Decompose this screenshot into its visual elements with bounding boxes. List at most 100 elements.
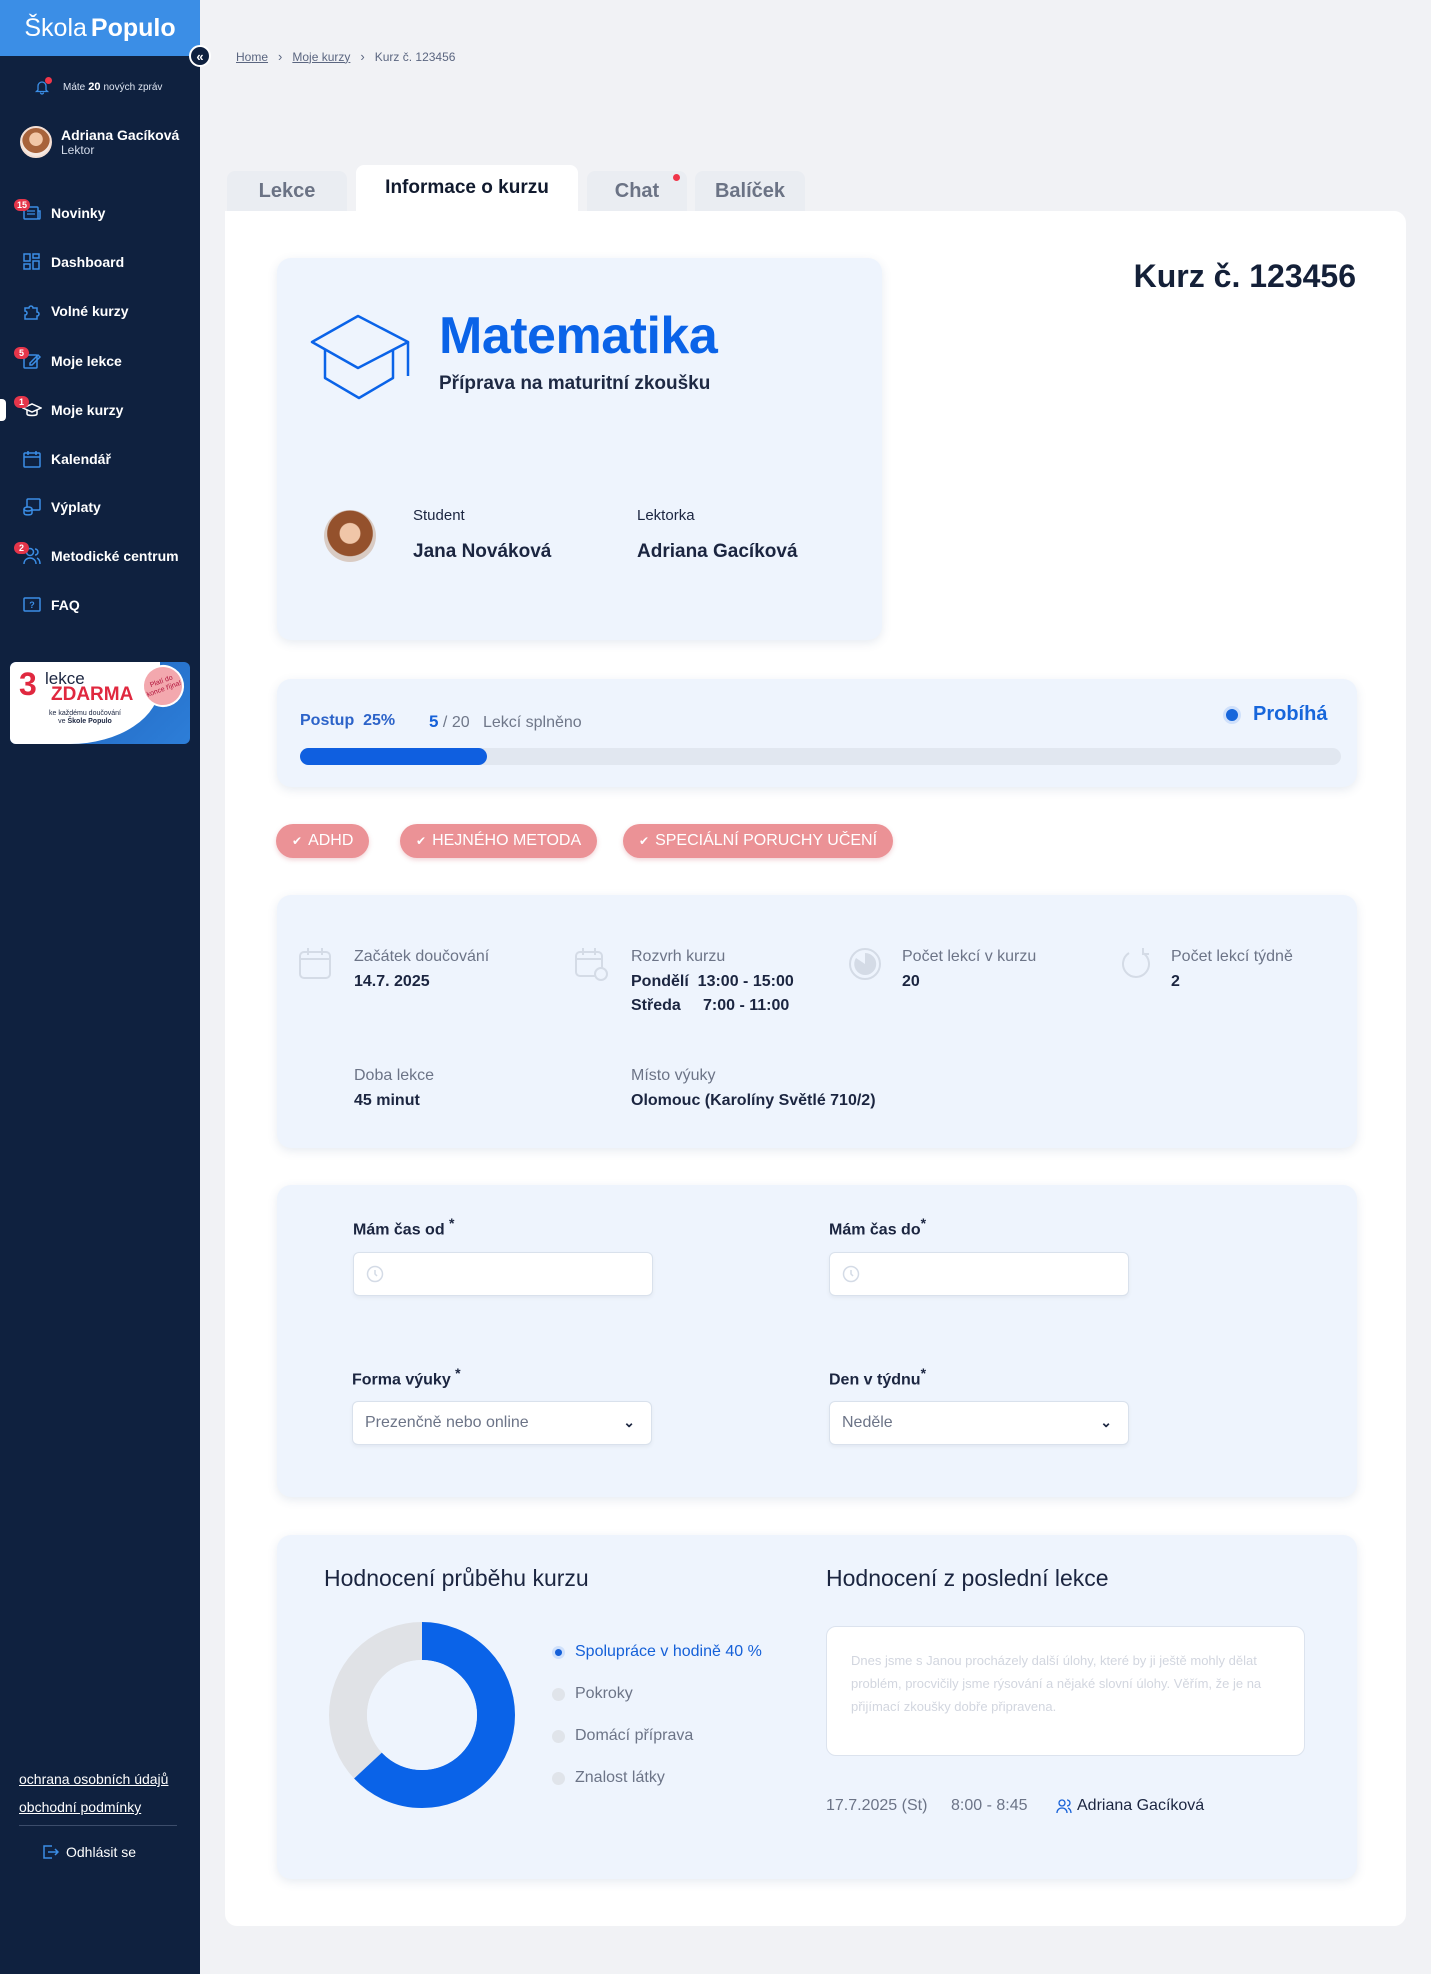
tab-chat[interactable]: Chat bbox=[587, 171, 687, 211]
privacy-link[interactable]: ochrana osobních údajů bbox=[19, 1765, 168, 1793]
course-subject: Matematika bbox=[439, 307, 718, 365]
evaluation-donut-chart bbox=[329, 1622, 515, 1808]
check-icon: ✔ bbox=[639, 834, 650, 848]
sidebar-item-label: Volné kurzy bbox=[51, 303, 129, 319]
notifications[interactable]: Máte 20 nových zpráv bbox=[34, 77, 162, 95]
promo-small-b: ve bbox=[58, 718, 66, 726]
tab-informace-o-kurzu[interactable]: Informace o kurzu bbox=[356, 165, 578, 211]
sidebar-item-faq[interactable]: ? FAQ bbox=[0, 590, 200, 620]
weekday-label-text: Den v týdnu bbox=[829, 1371, 921, 1389]
time-to-input[interactable] bbox=[829, 1252, 1129, 1296]
weekly-value: 2 bbox=[1171, 973, 1180, 990]
legend-label: Pokroky bbox=[575, 1685, 633, 1702]
sidebar-item-moje-kurzy[interactable]: 1 Moje kurzy bbox=[0, 395, 200, 425]
last-lesson-title: Hodnocení z poslední lekce bbox=[826, 1565, 1109, 1591]
tag-adhd: ✔ ADHD bbox=[276, 824, 370, 858]
sidebar-item-metodicke-centrum[interactable]: 2 Metodické centrum bbox=[0, 541, 200, 571]
legend-znalost-latky[interactable]: Znalost látky bbox=[552, 1769, 665, 1787]
logo-text-b: Populo bbox=[90, 13, 176, 42]
time-to-label: Mám čas do* bbox=[829, 1215, 926, 1239]
legend-spoluprace[interactable]: Spolupráce v hodině 40 % bbox=[552, 1643, 762, 1661]
legend-label: Znalost látky bbox=[575, 1769, 665, 1786]
tag-hejneho-metoda: ✔ HEJNÉHO METODA bbox=[400, 824, 598, 858]
chevron-double-left-icon: « bbox=[196, 48, 204, 64]
badge-novinky: 15 bbox=[14, 199, 31, 211]
legend-label: Domácí příprava bbox=[575, 1727, 694, 1744]
progress-percent: 25% bbox=[363, 712, 396, 729]
required-mark: * bbox=[449, 1215, 455, 1231]
sidebar-divider bbox=[19, 1825, 177, 1826]
breadcrumb-courses[interactable]: Moje kurzy bbox=[292, 50, 350, 64]
tab-label: Chat bbox=[614, 179, 660, 202]
graduation-cap-icon bbox=[310, 314, 410, 400]
status-dot bbox=[1223, 705, 1241, 724]
tag-label: HEJNÉHO METODA bbox=[432, 832, 582, 849]
tab-label: Lekce bbox=[258, 179, 316, 202]
status-label: Probíhá bbox=[1253, 703, 1328, 725]
promo-small-a: ke každému doučování bbox=[49, 710, 121, 717]
teaching-form-value: Prezenčně nebo online bbox=[365, 1414, 529, 1431]
required-mark: * bbox=[920, 1215, 927, 1231]
sidebar-item-label: Moje kurzy bbox=[51, 402, 124, 418]
logo[interactable]: Škola Populo bbox=[0, 0, 200, 56]
sidebar-item-kalendar[interactable]: Kalendář bbox=[0, 444, 200, 474]
repeat-icon bbox=[1122, 948, 1150, 978]
evaluation-title: Hodnocení průběhu kurzu bbox=[324, 1565, 589, 1591]
sidebar-item-volne-kurzy[interactable]: Volné kurzy bbox=[0, 296, 200, 326]
logout-icon bbox=[43, 1845, 59, 1859]
time-from-input[interactable] bbox=[353, 1252, 653, 1296]
svg-text:?: ? bbox=[29, 600, 35, 610]
logout-button[interactable]: Odhlásit se bbox=[41, 1843, 136, 1861]
badge-metodicke-centrum: 2 bbox=[14, 542, 29, 554]
schedule-label: Rozvrh kurzu bbox=[631, 948, 726, 965]
notif-count: 20 bbox=[88, 81, 101, 93]
sidebar-item-label: Dashboard bbox=[51, 254, 125, 270]
calendar-icon bbox=[23, 451, 41, 468]
time-from-label: Mám čas od * bbox=[353, 1215, 455, 1239]
clock-icon bbox=[842, 1265, 860, 1283]
tab-lekce[interactable]: Lekce bbox=[227, 171, 347, 211]
legend-pokroky[interactable]: Pokroky bbox=[552, 1685, 633, 1703]
terms-link[interactable]: obchodní podmínky bbox=[19, 1793, 168, 1821]
promo-brand: Škole Populo bbox=[67, 718, 112, 726]
tab-balicek[interactable]: Balíček bbox=[695, 171, 805, 211]
promo-line2: ZDARMA bbox=[51, 684, 134, 705]
course-number-title: Kurz č. 123456 bbox=[1133, 258, 1356, 294]
tab-label: Informace o kurzu bbox=[385, 177, 549, 198]
breadcrumb-home[interactable]: Home bbox=[236, 50, 268, 64]
legend-dot bbox=[552, 1729, 565, 1743]
pie-icon bbox=[849, 948, 881, 980]
start-value: 14.7. 2025 bbox=[354, 973, 430, 990]
user-profile[interactable]: Adriana Gacíková Lektor bbox=[20, 126, 179, 158]
puzzle-icon bbox=[24, 305, 40, 320]
legend-dot bbox=[552, 1771, 565, 1785]
weekday-select[interactable]: Neděle ⌄ bbox=[829, 1401, 1129, 1445]
calendar-icon bbox=[299, 948, 331, 979]
promo-number: 3 bbox=[19, 666, 37, 702]
promo-banner[interactable]: 3 lekce ZDARMA ke každému doučování ve Šk… bbox=[10, 662, 190, 744]
collapse-sidebar-button[interactable]: « bbox=[189, 45, 211, 67]
student-avatar bbox=[324, 510, 376, 562]
sidebar-item-vyplaty[interactable]: Výplaty bbox=[0, 492, 200, 522]
progress-bar bbox=[300, 748, 1341, 765]
tab-label: Balíček bbox=[714, 179, 786, 202]
sidebar-item-novinky[interactable]: 15 Novinky bbox=[0, 198, 200, 228]
legend-domaci-priprava[interactable]: Domácí příprava bbox=[552, 1727, 693, 1745]
teaching-form-select[interactable]: Prezenčně nebo online ⌄ bbox=[352, 1401, 652, 1445]
sidebar-item-dashboard[interactable]: Dashboard bbox=[0, 247, 200, 277]
lesson-tutor: Adriana Gacíková bbox=[1056, 1797, 1204, 1815]
chevron-right-icon: › bbox=[360, 49, 365, 64]
legend-label: Spolupráce v hodině bbox=[575, 1643, 721, 1660]
progress-done: 5 bbox=[429, 712, 439, 731]
sidebar-item-moje-lekce[interactable]: 5 Moje lekce bbox=[0, 346, 200, 376]
dashboard-icon bbox=[23, 253, 40, 270]
weekly-label: Počet lekcí týdně bbox=[1171, 948, 1293, 965]
progress-label-text: Postup bbox=[300, 712, 355, 729]
duration-value: 45 minut bbox=[354, 1092, 420, 1109]
avatar bbox=[20, 126, 52, 158]
badge-moje-kurzy: 1 bbox=[14, 396, 29, 408]
chevron-down-icon: ⌄ bbox=[623, 1414, 635, 1430]
chevron-down-icon: ⌄ bbox=[1100, 1414, 1112, 1430]
sidebar-item-label: Novinky bbox=[51, 205, 106, 221]
badge-moje-lekce: 5 bbox=[14, 347, 29, 359]
